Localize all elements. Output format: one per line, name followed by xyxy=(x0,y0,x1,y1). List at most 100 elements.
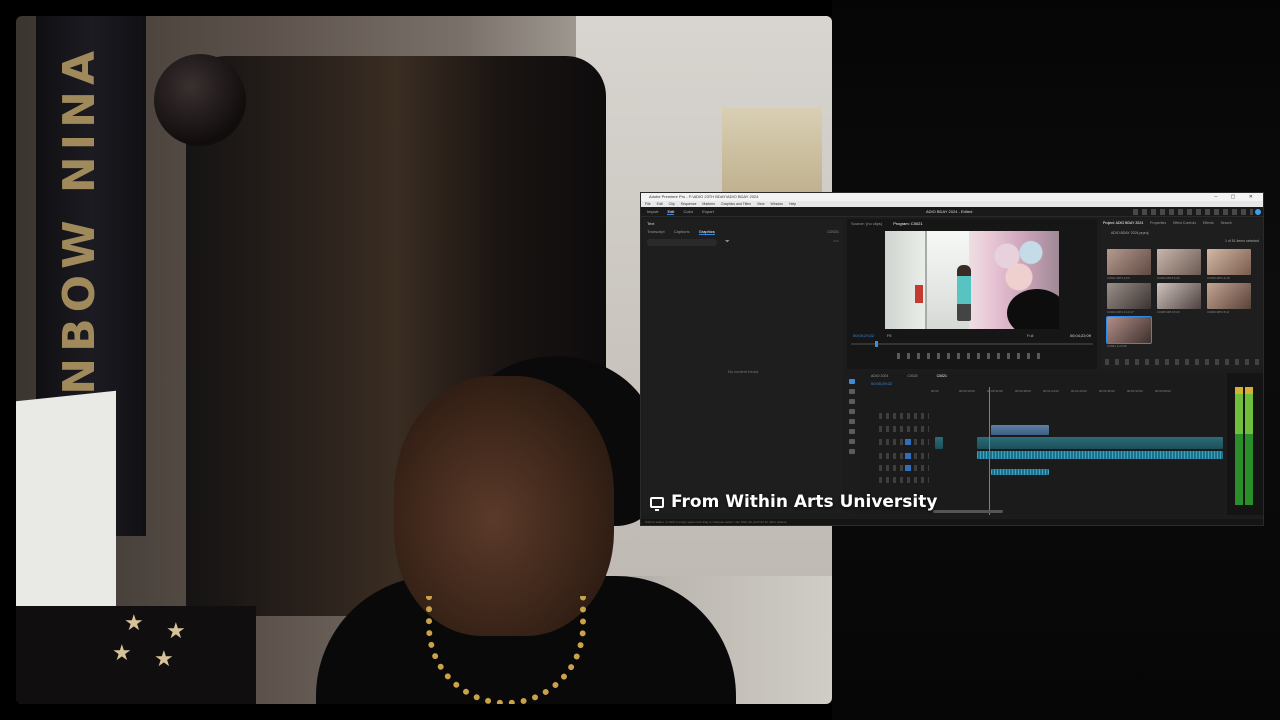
monitor-scrubber[interactable] xyxy=(851,343,1093,345)
tab-project[interactable]: Project: ADIO BDAY 2024 xyxy=(1103,221,1143,225)
pen-tool-icon[interactable] xyxy=(849,429,855,434)
tab-seq-adio[interactable]: ADIO 2024 xyxy=(871,374,888,378)
tab-graphics[interactable]: Graphics xyxy=(698,229,715,235)
filter-icon[interactable]: ⏷ xyxy=(725,239,732,246)
track-select-tool-icon[interactable] xyxy=(849,389,855,394)
whiteboard xyxy=(16,390,116,632)
media-thumbnail[interactable] xyxy=(1157,249,1201,275)
more-icon[interactable]: ⋯ xyxy=(833,239,839,246)
timeline-clip[interactable] xyxy=(935,437,943,449)
track-target-a2[interactable] xyxy=(905,465,911,471)
tab-effect-controls[interactable]: Effect Controls xyxy=(1173,221,1196,225)
workspace-bar: Import Edit Color Export ADIO BDAY 2024 … xyxy=(641,207,1263,217)
starry-ball xyxy=(154,54,246,146)
text-panel-tabs: Transcript Captions Graphics xyxy=(647,229,723,235)
media-thumbnail[interactable] xyxy=(1207,283,1251,309)
media-thumbnail[interactable] xyxy=(1106,316,1152,344)
audio-clip[interactable] xyxy=(977,451,1223,459)
selection-tool-icon[interactable] xyxy=(849,379,855,384)
menu-view[interactable]: View xyxy=(757,202,765,206)
track-header-a2[interactable] xyxy=(879,465,929,471)
track-header-a1[interactable] xyxy=(879,453,929,459)
thumbnail-label: C0026.MP4 6;11 xyxy=(1207,310,1230,314)
track-target-a1[interactable] xyxy=(905,453,911,459)
tab-seq-c0024[interactable]: C0024 xyxy=(907,374,917,378)
tab-program[interactable]: Program: C0021 xyxy=(893,221,922,226)
ruler-tick: 00;01;20;02 xyxy=(1071,389,1087,393)
sequence-tabs: ADIO 2024 C0024 C0021 xyxy=(871,374,965,378)
media-thumbnail[interactable] xyxy=(1157,283,1201,309)
panel-title: Text xyxy=(647,221,655,226)
menu-markers[interactable]: Markers xyxy=(702,202,715,206)
ripple-tool-icon[interactable] xyxy=(849,399,855,404)
track-header-v2[interactable] xyxy=(879,426,929,432)
menu-help[interactable]: Help xyxy=(789,202,796,206)
quality-select[interactable]: Full xyxy=(1027,333,1033,338)
video-extinguisher xyxy=(915,285,923,303)
track-target-v1[interactable] xyxy=(905,439,911,445)
zoom-select[interactable]: Fit xyxy=(887,333,891,338)
tab-seq-c0021[interactable]: C0021 xyxy=(937,374,947,378)
razor-tool-icon[interactable] xyxy=(849,409,855,414)
ws-tab-export[interactable]: Export xyxy=(702,209,714,214)
menu-clip[interactable]: Clip xyxy=(669,202,675,206)
ws-tab-import[interactable]: Import xyxy=(647,209,658,214)
menu-window[interactable]: Window xyxy=(771,202,783,206)
workspace-tabs: Import Edit Color Export xyxy=(647,207,722,217)
tab-effects[interactable]: Effects xyxy=(1203,221,1214,225)
empty-message: No content found xyxy=(727,369,759,374)
audio-meter-left xyxy=(1235,387,1243,505)
ruler-tick: 00;00;48;00 xyxy=(1015,389,1031,393)
program-video-frame[interactable] xyxy=(885,231,1059,329)
media-thumbnail[interactable] xyxy=(1107,283,1151,309)
menu-sequence[interactable]: Sequence xyxy=(681,202,697,206)
tab-source[interactable]: Source: (no clips) xyxy=(851,221,882,226)
status-bar: Click to select, or click in empty space… xyxy=(641,519,1263,525)
ruler-tick: 00;00;32;00 xyxy=(987,389,1003,393)
tab-captions[interactable]: Captions xyxy=(674,229,690,234)
timeline-clip[interactable] xyxy=(991,425,1049,435)
text-panel: Text Transcript Captions Graphics C0021 … xyxy=(643,219,843,513)
timeline-playhead[interactable] xyxy=(989,387,990,515)
avatar[interactable] xyxy=(1255,209,1261,215)
ruler-tick: 00;00 xyxy=(931,389,939,393)
scrubber-playhead[interactable] xyxy=(875,341,878,347)
track-header-a3[interactable] xyxy=(879,477,929,483)
tab-transcript[interactable]: Transcript xyxy=(647,229,665,234)
timeline-timecode[interactable]: 00;00;29;22 xyxy=(871,381,892,386)
window-controls[interactable]: – ▢ ✕ xyxy=(1215,193,1259,201)
tab-properties[interactable]: Properties xyxy=(1150,221,1166,225)
menu-graphics[interactable]: Graphics and Titles xyxy=(721,202,751,206)
hand-tool-icon[interactable] xyxy=(849,439,855,444)
audio-clip[interactable] xyxy=(991,469,1049,475)
tab-search[interactable]: Search xyxy=(1221,221,1232,225)
thumbnail-label: C0022.MP4 5;06 xyxy=(1157,276,1180,280)
ruler-tick: 00;02;08;04 xyxy=(1155,389,1171,393)
track-header-v1[interactable] xyxy=(879,439,929,445)
media-thumbnail[interactable] xyxy=(1207,249,1251,275)
time-ruler[interactable]: 00;00 00;00;16;00 00;00;32;00 00;00;48;00 00… xyxy=(931,389,1221,395)
timeline-scrollbar[interactable] xyxy=(933,510,1003,513)
track-header-v3[interactable] xyxy=(879,413,929,419)
search-input[interactable] xyxy=(647,239,717,246)
playhead-timecode[interactable]: 00;00;29;22 xyxy=(853,333,874,338)
project-tabs: Project: ADIO BDAY 2024 Properties Effec… xyxy=(1103,221,1238,225)
type-tool-icon[interactable] xyxy=(849,449,855,454)
menu-edit[interactable]: Edit xyxy=(657,202,663,206)
monitor-tabs: Source: (no clips) Program: C0021 xyxy=(851,221,933,226)
program-monitor: Source: (no clips) Program: C0021 00;00;… xyxy=(847,219,1097,369)
transport-controls[interactable] xyxy=(897,353,1047,359)
ws-tab-color[interactable]: Color xyxy=(684,209,694,214)
menu-file[interactable]: File xyxy=(645,202,651,206)
slip-tool-icon[interactable] xyxy=(849,419,855,424)
project-footer-icons[interactable] xyxy=(1105,359,1259,365)
audio-meter-right xyxy=(1245,387,1253,505)
toolbar-icons[interactable] xyxy=(1133,209,1253,215)
video-girl xyxy=(957,265,971,321)
ruler-tick: 00;01;52;02 xyxy=(1127,389,1143,393)
timeline-clip[interactable] xyxy=(977,437,1223,449)
media-thumbnail[interactable] xyxy=(1107,249,1151,275)
caption-overlay: From Within Arts University xyxy=(650,490,937,514)
ws-tab-edit[interactable]: Edit xyxy=(667,209,675,215)
project-panel: Project: ADIO BDAY 2024 Properties Effec… xyxy=(1101,219,1263,369)
